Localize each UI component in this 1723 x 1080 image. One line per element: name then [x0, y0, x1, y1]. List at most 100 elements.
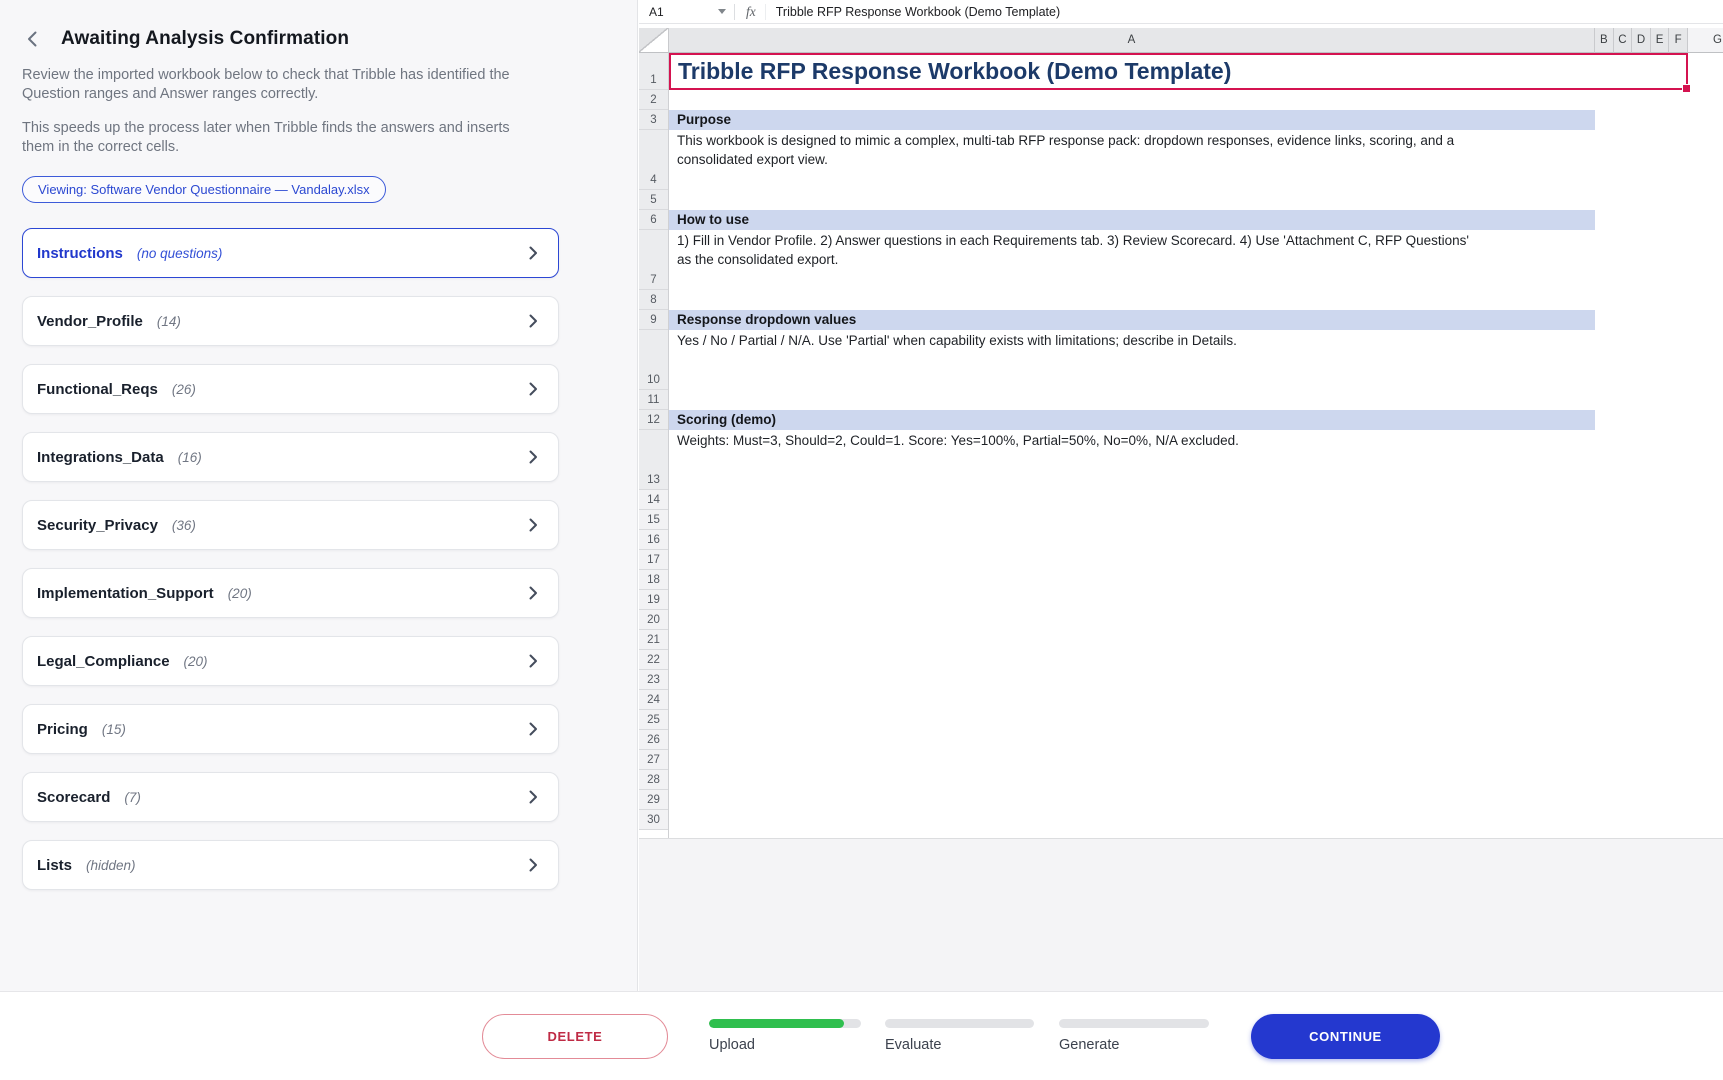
- row-header-24[interactable]: 24: [639, 690, 668, 710]
- sheet-row-24: [669, 690, 1723, 710]
- section-header-cell: Scoring (demo): [669, 410, 1595, 430]
- sheet-card-Functional_Reqs[interactable]: Functional_Reqs(26): [22, 364, 559, 414]
- column-header-F[interactable]: F: [1669, 28, 1688, 53]
- sheet-card-question-count: (36): [172, 518, 196, 533]
- row-header-2[interactable]: 2: [639, 90, 668, 110]
- column-header-C[interactable]: C: [1614, 28, 1633, 53]
- back-button[interactable]: [20, 26, 46, 52]
- sheet-card-Legal_Compliance[interactable]: Legal_Compliance(20): [22, 636, 559, 686]
- column-header-B[interactable]: B: [1595, 28, 1614, 53]
- sheet-card-question-count: (16): [178, 450, 202, 465]
- cell-text: Yes / No / Partial / N/A. Use 'Partial' …: [669, 330, 1723, 351]
- cell-text: as the consolidated export.: [669, 251, 1723, 270]
- sheet-row-26: [669, 730, 1723, 750]
- panel-description-2: This speeds up the process later when Tr…: [22, 119, 614, 157]
- chevron-right-icon: [524, 380, 542, 398]
- chevron-right-icon: [524, 312, 542, 330]
- delete-button[interactable]: DELETE: [482, 1014, 668, 1059]
- row-header-10[interactable]: 10: [639, 330, 668, 390]
- sheet-card-Vendor_Profile[interactable]: Vendor_Profile(14): [22, 296, 559, 346]
- sheet-card-Scorecard[interactable]: Scorecard(7): [22, 772, 559, 822]
- chevron-right-icon: [524, 516, 542, 534]
- column-header-D[interactable]: D: [1632, 28, 1651, 53]
- step-generate: Generate: [1059, 1019, 1209, 1053]
- continue-button[interactable]: CONTINUE: [1251, 1014, 1440, 1059]
- row-header-17[interactable]: 17: [639, 550, 668, 570]
- sheet-card-label: Implementation_Support: [37, 585, 214, 602]
- sheet-card-label: Security_Privacy: [37, 517, 158, 534]
- row-header-14[interactable]: 14: [639, 490, 668, 510]
- sheet-card-label: Functional_Reqs: [37, 381, 158, 398]
- sheet-card-Lists[interactable]: Lists (hidden): [22, 840, 559, 890]
- sheet-background-area: [639, 838, 1723, 991]
- sheet-card-Pricing[interactable]: Pricing(15): [22, 704, 559, 754]
- row-header-26[interactable]: 26: [639, 730, 668, 750]
- sheet-card-Integrations_Data[interactable]: Integrations_Data (16): [22, 432, 559, 482]
- row-header-25[interactable]: 25: [639, 710, 668, 730]
- action-bar: DELETE UploadEvaluateGenerate CONTINUE: [0, 991, 1723, 1080]
- column-header-G[interactable]: G: [1688, 28, 1723, 53]
- sheet-row-14: [669, 490, 1723, 510]
- section-header-cell: Purpose: [669, 110, 1595, 130]
- row-header-1[interactable]: 1: [639, 53, 668, 90]
- cell-text: This workbook is designed to mimic a com…: [669, 130, 1723, 151]
- sheet-card-Instructions[interactable]: Instructions(no questions): [22, 228, 559, 278]
- sheet-card-question-count: (hidden): [86, 858, 136, 873]
- row-header-18[interactable]: 18: [639, 570, 668, 590]
- sheet-row-29: [669, 790, 1723, 810]
- formula-input[interactable]: Tribble RFP Response Workbook (Demo Temp…: [765, 4, 1060, 20]
- panel-description-1: Review the imported workbook below to ch…: [22, 66, 614, 104]
- sheet-card-Security_Privacy[interactable]: Security_Privacy (36): [22, 500, 559, 550]
- name-box-caret-icon: [718, 9, 726, 14]
- sheet-row-5: [669, 190, 1723, 210]
- column-header-E[interactable]: E: [1651, 28, 1670, 53]
- row-header-19[interactable]: 19: [639, 590, 668, 610]
- column-header-A[interactable]: A: [669, 28, 1595, 53]
- sheet-row-20: [669, 610, 1723, 630]
- row-header-27[interactable]: 27: [639, 750, 668, 770]
- row-header-11[interactable]: 11: [639, 390, 668, 410]
- row-header-22[interactable]: 22: [639, 650, 668, 670]
- sheet-card-label: Lists: [37, 857, 72, 874]
- formula-bar: A1 fx Tribble RFP Response Workbook (Dem…: [639, 0, 1723, 24]
- row-header-7[interactable]: 7: [639, 230, 668, 290]
- row-header-28[interactable]: 28: [639, 770, 668, 790]
- row-header-9[interactable]: 9: [639, 310, 668, 330]
- row-header-16[interactable]: 16: [639, 530, 668, 550]
- sheet-row-4: This workbook is designed to mimic a com…: [669, 130, 1723, 190]
- row-header-13[interactable]: 13: [639, 430, 668, 490]
- chevron-right-icon: [524, 788, 542, 806]
- row-header-4[interactable]: 4: [639, 130, 668, 190]
- sheet-row-22: [669, 650, 1723, 670]
- chevron-left-icon: [23, 29, 43, 49]
- progress-bar: [885, 1019, 1034, 1028]
- row-header-3[interactable]: 3: [639, 110, 668, 130]
- sheet-row-13: Weights: Must=3, Should=2, Could=1. Scor…: [669, 430, 1723, 490]
- row-header-5[interactable]: 5: [639, 190, 668, 210]
- row-header-6[interactable]: 6: [639, 210, 668, 230]
- progress-bar: [1059, 1019, 1209, 1028]
- sheet-row-10: Yes / No / Partial / N/A. Use 'Partial' …: [669, 330, 1723, 390]
- row-header-23[interactable]: 23: [639, 670, 668, 690]
- cell-name-box[interactable]: A1: [639, 5, 734, 19]
- row-header-12[interactable]: 12: [639, 410, 668, 430]
- sheet-card-question-count: (20): [184, 654, 208, 669]
- sheet-row-11: [669, 390, 1723, 410]
- sheet-row-23: [669, 670, 1723, 690]
- cell-A1-title[interactable]: Tribble RFP Response Workbook (Demo Temp…: [669, 53, 1723, 90]
- workbook-preview: A1 fx Tribble RFP Response Workbook (Dem…: [639, 0, 1723, 838]
- sheet-card-label: Integrations_Data: [37, 449, 164, 466]
- row-header-21[interactable]: 21: [639, 630, 668, 650]
- sheet-card-label: Pricing: [37, 721, 88, 738]
- sheet-card-Implementation_Support[interactable]: Implementation_Support(20): [22, 568, 559, 618]
- row-header-8[interactable]: 8: [639, 290, 668, 310]
- select-all-corner[interactable]: [639, 28, 669, 53]
- step-evaluate: Evaluate: [885, 1019, 1034, 1053]
- row-header-30[interactable]: 30: [639, 810, 668, 830]
- chevron-right-icon: [524, 584, 542, 602]
- row-header-29[interactable]: 29: [639, 790, 668, 810]
- row-header-20[interactable]: 20: [639, 610, 668, 630]
- analysis-confirmation-panel: Awaiting Analysis Confirmation Review th…: [0, 0, 638, 991]
- chevron-right-icon: [524, 652, 542, 670]
- row-header-15[interactable]: 15: [639, 510, 668, 530]
